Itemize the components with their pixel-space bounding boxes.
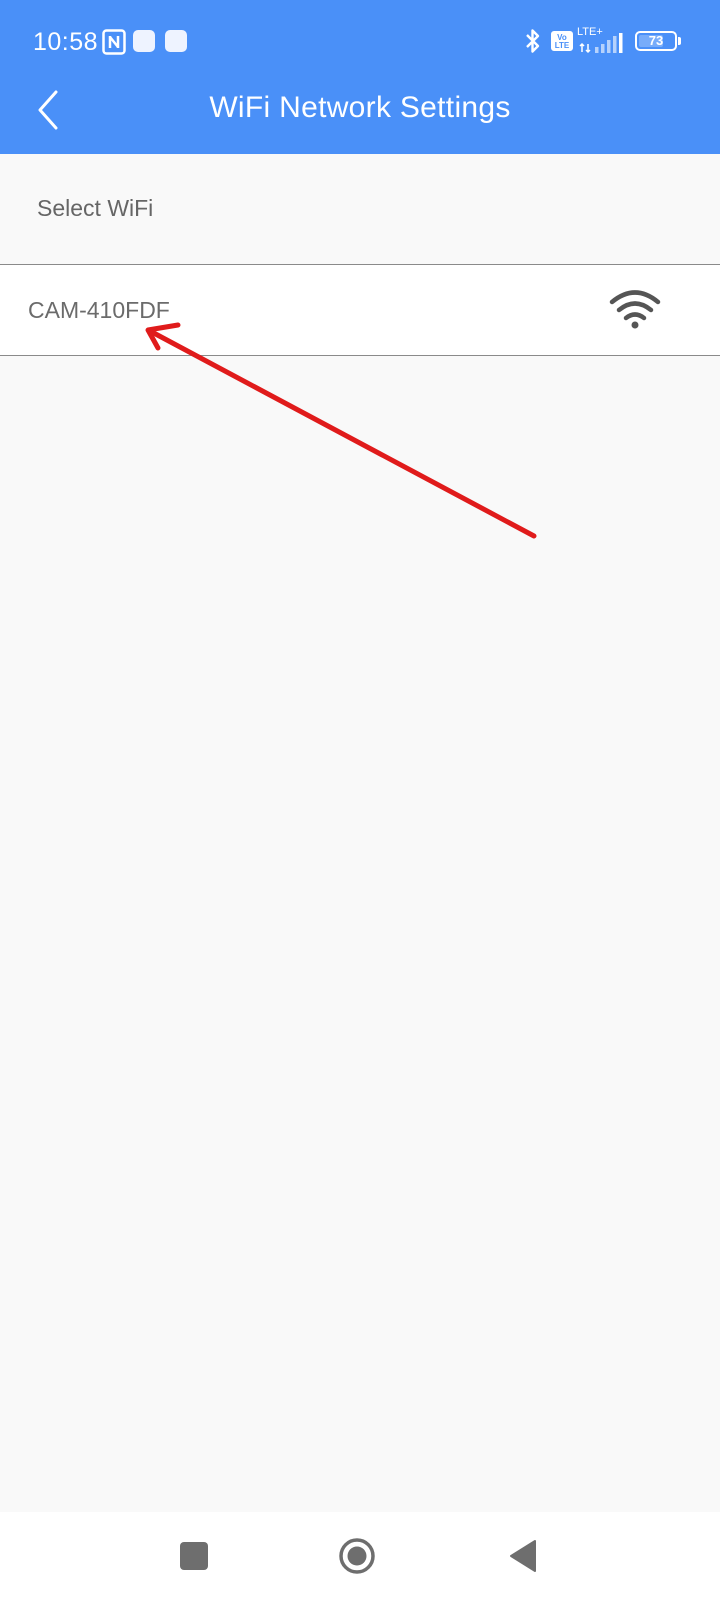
back-triangle-icon[interactable] xyxy=(508,1538,538,1574)
recent-apps-square-icon[interactable] xyxy=(180,1542,208,1570)
cell-signal-icon xyxy=(579,33,623,54)
home-circle-icon[interactable] xyxy=(338,1537,376,1575)
app-header: 10:58 Vo LTE LTE+ 73 WiFi Network Settin… xyxy=(0,0,720,154)
section-label: Select WiFi xyxy=(37,195,154,221)
volte-bottom-text: LTE xyxy=(554,41,570,50)
page-title: WiFi Network Settings xyxy=(209,91,511,124)
nfc-icon xyxy=(102,29,126,55)
divider xyxy=(0,355,720,356)
wifi-signal-icon xyxy=(609,290,661,329)
notification-icon xyxy=(165,30,187,52)
volte-icon: Vo LTE xyxy=(551,31,573,51)
battery-tip xyxy=(678,37,681,45)
system-nav-bar xyxy=(0,1512,720,1600)
bluetooth-icon xyxy=(526,29,540,53)
status-bar: 10:58 Vo LTE LTE+ 73 xyxy=(0,0,720,80)
wifi-ssid: CAM-410FDF xyxy=(28,297,170,323)
wifi-network-item[interactable]: CAM-410FDF xyxy=(0,265,720,355)
battery-icon: 73 xyxy=(635,31,677,51)
notification-icon xyxy=(133,30,155,52)
status-time: 10:58 xyxy=(33,28,99,56)
battery-percent: 73 xyxy=(648,33,664,48)
